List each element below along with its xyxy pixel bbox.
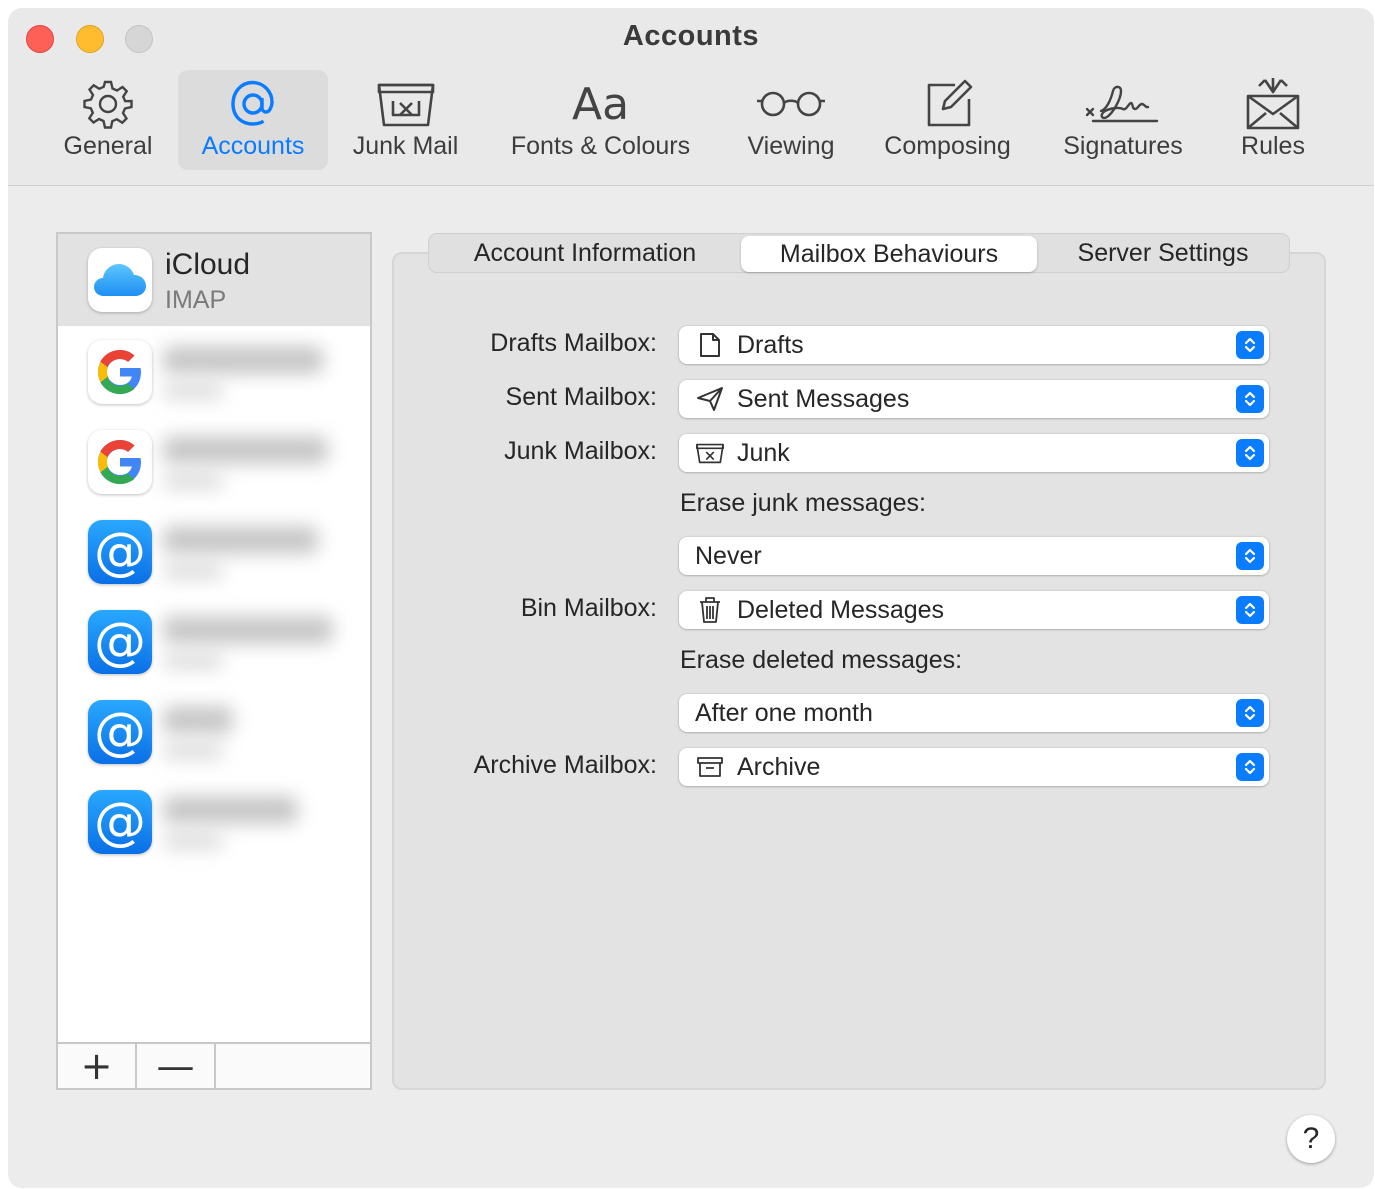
font-aa-icon: Aa <box>571 78 630 130</box>
toolbar-signatures[interactable]: Signatures <box>1043 70 1203 170</box>
google-icon <box>88 430 152 494</box>
erase-deleted-popup[interactable]: After one month <box>679 694 1269 732</box>
sent-mailbox-popup[interactable]: Sent Messages <box>679 380 1269 418</box>
archive-mailbox-label: Archive Mailbox: <box>473 751 657 779</box>
junk-mailbox-popup[interactable]: Junk <box>679 434 1269 472</box>
chevron-up-down-icon <box>1236 439 1264 467</box>
sent-mailbox-label: Sent Mailbox: <box>505 383 657 411</box>
gear-icon <box>81 70 135 130</box>
signature-icon <box>1083 70 1163 130</box>
at-sign-icon <box>225 70 281 130</box>
redacted-account-type <box>163 832 223 850</box>
toolbar-composing[interactable]: Composing <box>870 70 1025 170</box>
chevron-up-down-icon <box>1236 542 1264 570</box>
glasses-icon <box>756 70 826 130</box>
window-title: Accounts <box>622 20 760 52</box>
drafts-mailbox-label: Drafts Mailbox: <box>490 329 657 357</box>
redacted-account-name <box>163 526 318 554</box>
at-sign-app-icon: @ <box>88 520 152 584</box>
rules-envelope-icon <box>1243 70 1303 130</box>
archive-box-icon <box>695 755 725 779</box>
redacted-account-name <box>163 706 233 734</box>
chevron-up-down-icon <box>1236 753 1264 781</box>
tab-server-settings[interactable]: Server Settings <box>1037 234 1289 272</box>
at-sign-app-icon: @ <box>88 790 152 854</box>
accounts-list-footer: + — <box>58 1042 370 1088</box>
toolbar-fonts-colours[interactable]: Aa Fonts & Colours <box>493 70 708 170</box>
redacted-account-type <box>163 652 223 670</box>
chevron-up-down-icon <box>1236 385 1264 413</box>
chevron-up-down-icon <box>1236 699 1264 727</box>
account-tabs: Account Information Mailbox Behaviours S… <box>428 233 1290 273</box>
redacted-account-name <box>163 346 323 374</box>
add-account-button[interactable]: + <box>58 1044 137 1088</box>
remove-account-button[interactable]: — <box>137 1044 216 1088</box>
toolbar-junk-mail[interactable]: Junk Mail <box>338 70 473 170</box>
icloud-icon <box>88 248 152 312</box>
account-row[interactable] <box>58 328 370 418</box>
redacted-account-name <box>163 436 328 464</box>
help-button[interactable]: ? <box>1287 1115 1335 1163</box>
redacted-account-name <box>163 616 333 644</box>
erase-junk-popup[interactable]: Never <box>679 537 1269 575</box>
document-icon <box>695 332 725 358</box>
chevron-up-down-icon <box>1236 596 1264 624</box>
toolbar-accounts[interactable]: Accounts <box>178 70 328 170</box>
junk-box-icon <box>376 70 436 130</box>
redacted-account-type <box>163 742 223 760</box>
chevron-up-down-icon <box>1236 331 1264 359</box>
accounts-list[interactable]: iCloud IMAP @ @ @ @ + — <box>56 232 372 1090</box>
toolbar-rules[interactable]: Rules <box>1223 70 1323 170</box>
compose-icon <box>921 70 975 130</box>
at-sign-app-icon: @ <box>88 610 152 674</box>
junk-box-icon <box>695 441 725 465</box>
account-row[interactable] <box>58 418 370 508</box>
archive-mailbox-popup[interactable]: Archive <box>679 748 1269 786</box>
at-sign-app-icon: @ <box>88 700 152 764</box>
paper-plane-icon <box>695 386 725 412</box>
account-row[interactable]: @ <box>58 598 370 688</box>
erase-junk-label: Erase junk messages: <box>680 489 926 517</box>
tab-account-information[interactable]: Account Information <box>429 234 741 272</box>
bin-mailbox-popup[interactable]: Deleted Messages <box>679 591 1269 629</box>
redacted-account-name <box>163 796 298 824</box>
trash-icon <box>695 596 725 624</box>
toolbar-general[interactable]: General <box>48 70 168 170</box>
erase-deleted-label: Erase deleted messages: <box>680 646 963 674</box>
account-row[interactable]: @ <box>58 778 370 868</box>
toolbar-viewing[interactable]: Viewing <box>726 70 856 170</box>
junk-mailbox-label: Junk Mailbox: <box>504 437 657 465</box>
redacted-account-type <box>163 562 223 580</box>
redacted-account-type <box>163 472 223 490</box>
account-row-icloud[interactable]: iCloud IMAP <box>58 234 370 326</box>
google-icon <box>88 340 152 404</box>
redacted-account-type <box>163 382 223 400</box>
bin-mailbox-label: Bin Mailbox: <box>520 594 657 622</box>
toolbar: Accounts General Accounts Junk Mail Aa F… <box>8 8 1374 186</box>
account-row[interactable]: @ <box>58 688 370 778</box>
account-row[interactable]: @ <box>58 508 370 598</box>
drafts-mailbox-popup[interactable]: Drafts <box>679 326 1269 364</box>
tab-mailbox-behaviours[interactable]: Mailbox Behaviours <box>741 236 1037 272</box>
